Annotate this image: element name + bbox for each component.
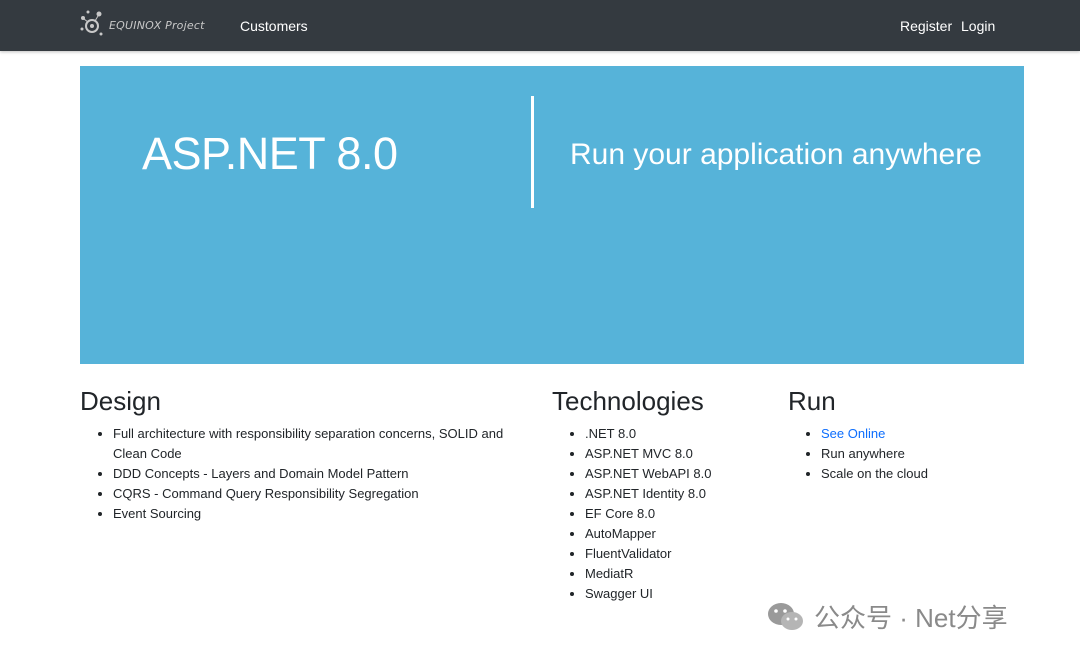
- see-online-link[interactable]: See Online: [821, 426, 885, 441]
- list-item: .NET 8.0: [585, 424, 772, 444]
- list-item: ASP.NET MVC 8.0: [585, 444, 772, 464]
- list-item: FluentValidator: [585, 544, 772, 564]
- top-navbar: EQUINOX Project Customers Register Login: [0, 0, 1080, 51]
- list-item: CQRS - Command Query Responsibility Segr…: [113, 484, 520, 504]
- list-item: ASP.NET Identity 8.0: [585, 484, 772, 504]
- watermark-text: 公众号 · Net分享: [814, 603, 1008, 633]
- run-heading: Run: [788, 386, 836, 416]
- list-item: See Online: [821, 424, 1008, 444]
- nav-customers-link[interactable]: Customers: [240, 18, 308, 34]
- equinox-logo-icon: [80, 10, 103, 36]
- list-item: Event Sourcing: [113, 504, 520, 524]
- run-list: See Online Run anywhere Scale on the clo…: [788, 424, 1008, 484]
- design-list: Full architecture with responsibility se…: [80, 424, 520, 524]
- list-item: ASP.NET WebAPI 8.0: [585, 464, 772, 484]
- hero-divider: [531, 96, 534, 208]
- list-item: Swagger UI: [585, 584, 772, 604]
- list-item: DDD Concepts - Layers and Domain Model P…: [113, 464, 520, 484]
- design-section: Design Full architecture with responsibi…: [80, 384, 520, 524]
- brand-logo[interactable]: EQUINOX Project: [79, 9, 205, 41]
- nav-login-link[interactable]: Login: [961, 18, 995, 34]
- list-item: EF Core 8.0: [585, 504, 772, 524]
- brand-name: EQUINOX Project: [109, 18, 205, 32]
- run-section: Run See Online Run anywhere Scale on the…: [788, 384, 1008, 484]
- list-item: Full architecture with responsibility se…: [113, 424, 520, 464]
- wechat-icon: [768, 602, 803, 630]
- design-heading: Design: [80, 386, 161, 416]
- list-item: Run anywhere: [821, 444, 1008, 464]
- watermark: 公众号 · Net分享: [766, 598, 1008, 635]
- list-item: AutoMapper: [585, 524, 772, 544]
- technologies-heading: Technologies: [552, 386, 704, 416]
- list-item: MediatR: [585, 564, 772, 584]
- technologies-section: Technologies .NET 8.0 ASP.NET MVC 8.0 AS…: [552, 384, 772, 604]
- hero-title: ASP.NET 8.0: [142, 128, 398, 179]
- list-item: Scale on the cloud: [821, 464, 1008, 484]
- hero-subtitle: Run your application anywhere: [570, 138, 982, 171]
- hero-jumbotron: ASP.NET 8.0 Run your application anywher…: [80, 66, 1024, 364]
- nav-register-link[interactable]: Register: [900, 18, 952, 34]
- technologies-list: .NET 8.0 ASP.NET MVC 8.0 ASP.NET WebAPI …: [552, 424, 772, 604]
